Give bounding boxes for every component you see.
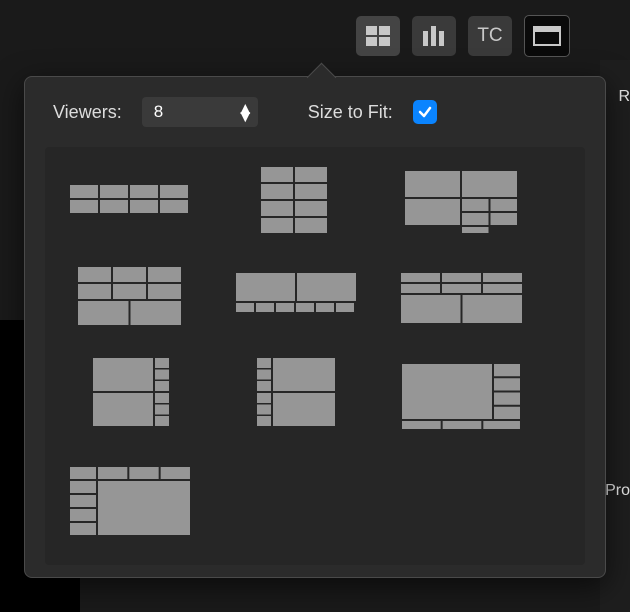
bg-text: Pro	[605, 482, 630, 500]
layout-stripTL-big[interactable]	[65, 462, 195, 547]
sizefit-label: Size to Fit:	[308, 102, 393, 123]
viewers-value: 8	[154, 102, 163, 122]
sizefit-checkbox[interactable]	[413, 100, 437, 124]
layout-2top5bot[interactable]	[65, 259, 195, 329]
tc-button[interactable]: TC	[468, 16, 512, 56]
layout-stripL-bigR[interactable]	[231, 353, 361, 438]
viewer-button[interactable]	[524, 15, 570, 57]
tc-icon: TC	[477, 25, 502, 47]
layout-tracks[interactable]	[397, 259, 527, 329]
layout-popover: Viewers: 8 ▲▼ Size to Fit:	[24, 76, 606, 578]
layout-4x2small[interactable]	[231, 165, 361, 235]
layouts-grid	[65, 165, 565, 547]
bg-text: R	[618, 88, 630, 106]
viewer-icon	[533, 26, 561, 46]
layouts-panel	[45, 147, 585, 565]
grid-view-button[interactable]	[356, 16, 400, 56]
bars-icon	[421, 25, 447, 47]
bars-view-button[interactable]	[412, 16, 456, 56]
layout-1-2-5[interactable]	[397, 165, 527, 235]
layout-1x8[interactable]	[65, 165, 195, 235]
viewers-stepper[interactable]: 8 ▲▼	[142, 97, 258, 127]
layout-mid8[interactable]	[231, 259, 361, 329]
layout-bigL-stripR[interactable]	[65, 353, 195, 438]
grid-icon	[365, 25, 391, 47]
check-icon	[417, 104, 433, 120]
viewers-label: Viewers:	[53, 102, 122, 123]
layout-big-stripR2[interactable]	[397, 353, 527, 438]
stepper-arrows[interactable]: ▲▼	[237, 105, 254, 120]
toolbar: TC	[356, 14, 570, 58]
